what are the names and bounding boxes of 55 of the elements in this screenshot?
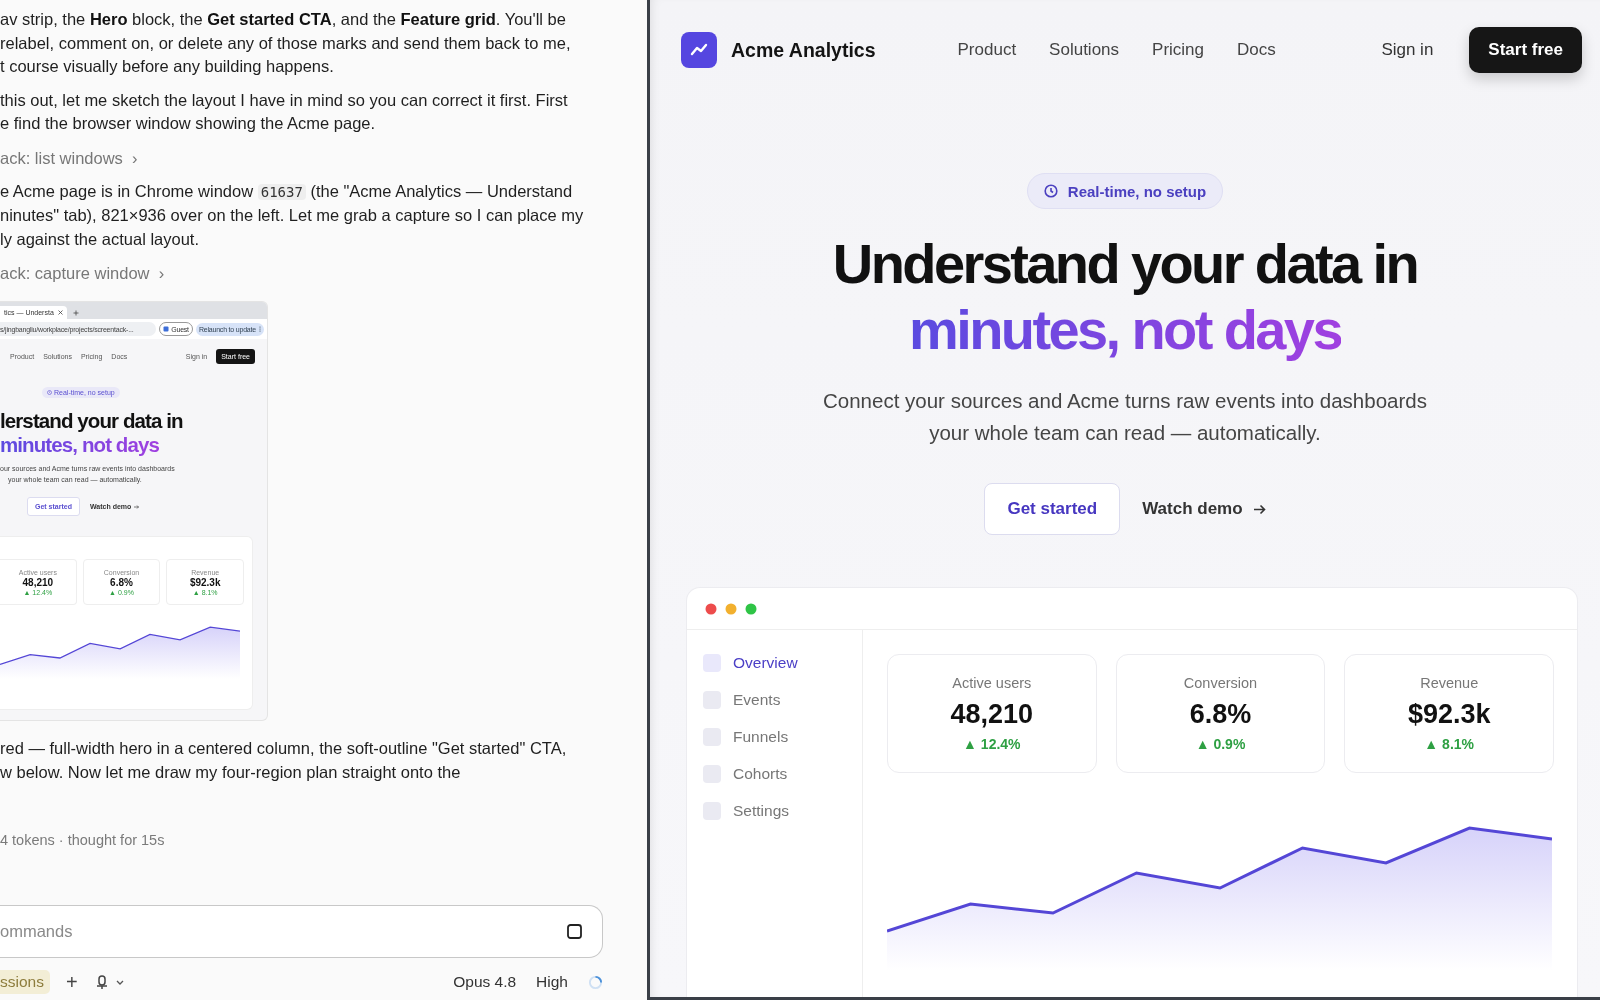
effort-selector[interactable]: High	[536, 973, 568, 992]
sidebar-item[interactable]: Overview	[687, 652, 862, 674]
watch-demo-link[interactable]: Watch demo	[1142, 499, 1266, 519]
sidebar-item[interactable]: Funnels	[687, 726, 862, 748]
prompt-field[interactable]: ommands	[0, 922, 567, 942]
sidebar-item[interactable]: Cohorts	[687, 763, 862, 785]
prompt-box[interactable]: ommands	[0, 905, 603, 959]
microphone-icon[interactable]	[95, 974, 108, 990]
close-icon[interactable]	[57, 310, 63, 315]
brand-name[interactable]: Acme Analytics	[731, 38, 876, 62]
clock-icon	[47, 390, 52, 395]
sign-in-link[interactable]: Sign in	[1381, 40, 1434, 60]
arrow-icon	[134, 504, 140, 509]
stat-change: ▲ 8.1%	[1424, 736, 1474, 752]
stat-value: $92.3k	[189, 576, 221, 588]
model-selector[interactable]: Opus 4.8	[453, 973, 517, 992]
stat-value: 48,210	[950, 699, 1034, 730]
tool-call-row[interactable]: ack: capture window ›	[0, 261, 165, 285]
stop-icon[interactable]	[567, 924, 582, 940]
plus-icon[interactable]	[72, 310, 79, 316]
spinner-icon	[588, 974, 603, 990]
message-paragraph: this out, let me sketch the layout I have in mind so you can correct it first. First e find the browser window showing the Acme page.	[0, 89, 569, 134]
message-paragraph: e Acme page is in Chrome window 61637 (the "Acme Analytics — Understand ninutes" tab), 821×936 over on the left. Let me grab a capture so I can place my ly against the actual layout.	[0, 180, 585, 250]
stat-value: $92.3k	[1407, 699, 1491, 730]
stat-value: 6.8%	[110, 576, 133, 588]
stat-change: ▲ 12.4%	[963, 736, 1021, 752]
token-summary: 4 tokens · thought for 15s	[0, 832, 166, 848]
message-paragraph: av strip, the Hero block, the Get started CTA, and the Feature grid. You'll be relabel, comment on, or delete any of those marks and send them back to me, t course visually before any building happens.	[0, 9, 572, 77]
sidebar-item[interactable]: Settings	[687, 800, 862, 822]
nav-link[interactable]: Product	[957, 40, 1017, 60]
stat-label: Active users	[952, 675, 1032, 691]
window-controls-icon	[705, 602, 757, 615]
nav-link[interactable]: Pricing	[1152, 40, 1204, 60]
headline: lerstand your data in	[0, 409, 184, 433]
tool-call-row[interactable]: ack: list windows ›	[0, 145, 138, 170]
stat-change: ▲ 0.9%	[1195, 736, 1246, 752]
stat-value: 6.8%	[1189, 699, 1252, 730]
sidebar-item[interactable]: Events	[687, 689, 862, 711]
clock-icon	[1043, 184, 1058, 198]
mode-tag[interactable]: ssions	[0, 970, 50, 995]
nav-link[interactable]: Solutions	[1049, 40, 1120, 60]
nav-link[interactable]: Docs	[1237, 40, 1276, 60]
message-paragraph: red — full-width hero in a centered column, the soft-outline "Get started" CTA, w below. Now let me draw my four-region plan straight onto the	[0, 738, 568, 783]
add-button[interactable]: +	[65, 970, 78, 994]
headline: Understand your data in	[832, 231, 1418, 297]
stat-label: Revenue	[1420, 675, 1479, 691]
start-free-button[interactable]: Start free	[1469, 27, 1582, 73]
feature-badge: Real-time, no setup	[1026, 173, 1224, 209]
stat-label: Conversion	[1183, 675, 1258, 691]
get-started-button[interactable]: Get started	[984, 483, 1121, 535]
stat-value: 48,210	[22, 576, 54, 588]
logo-icon[interactable]	[681, 32, 717, 68]
chevron-down-icon[interactable]	[115, 979, 124, 985]
subtitle: Connect your sources and Acme turns raw events into dashboards your whole team can read — automatically.	[823, 388, 1427, 446]
arrow-icon	[1252, 503, 1266, 515]
